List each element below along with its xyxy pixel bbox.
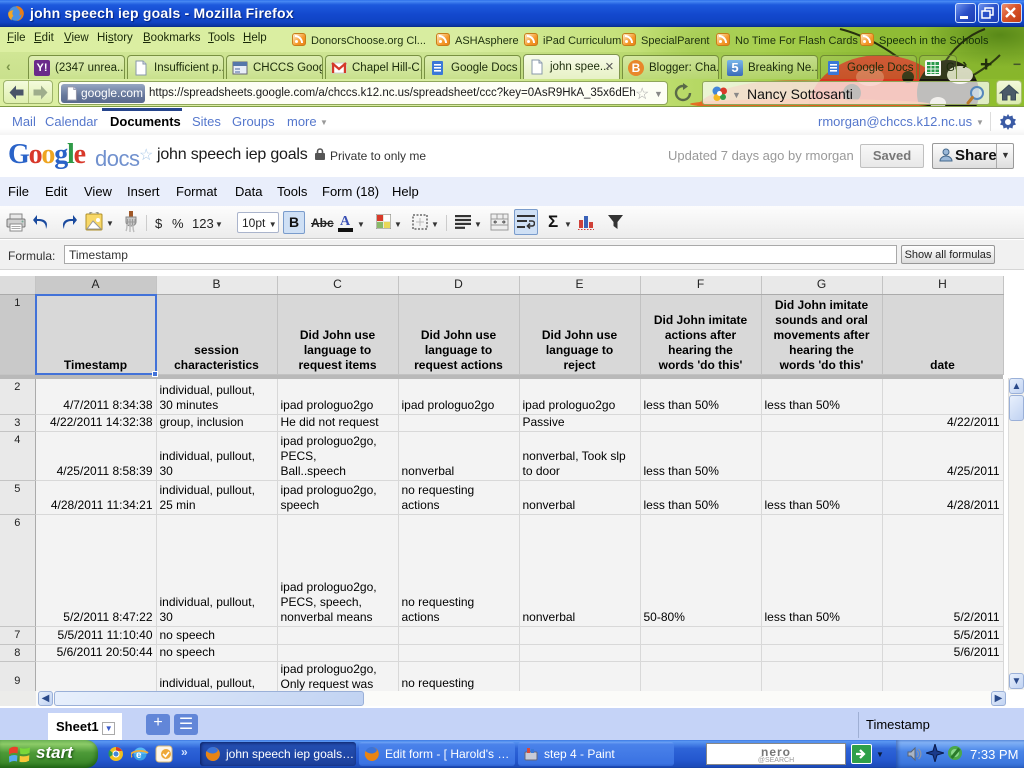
svg-text:e: e bbox=[136, 750, 142, 761]
